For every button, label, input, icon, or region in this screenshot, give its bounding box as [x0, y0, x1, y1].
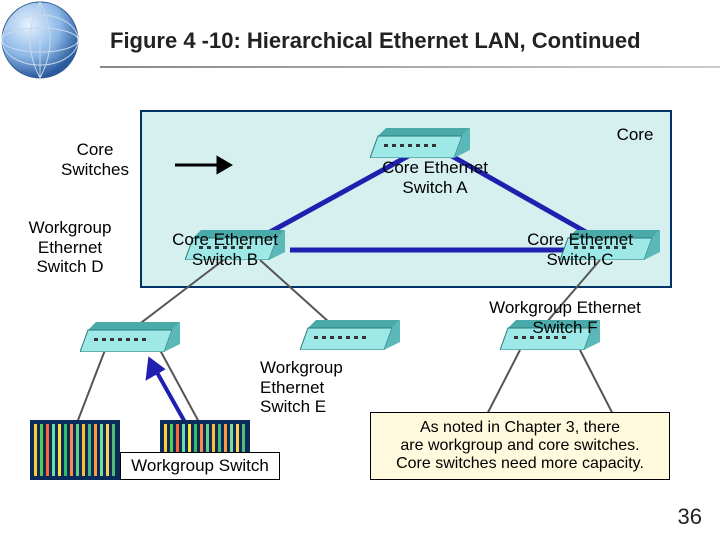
title-rule [100, 66, 720, 68]
label-switch-a: Core Ethernet Switch A [370, 158, 500, 197]
workgroup-switch-d-icon [80, 322, 180, 352]
globe-icon [0, 0, 90, 90]
label-switch-b: Core Ethernet Switch B [160, 230, 290, 269]
label-core: Core [600, 125, 670, 145]
figure-title: Figure 4 -10: Hierarchical Ethernet LAN,… [110, 28, 700, 54]
label-switch-d: Workgroup Ethernet Switch D [20, 218, 120, 277]
fiber-bundle-icon [30, 420, 120, 480]
note-box: As noted in Chapter 3, there are workgro… [370, 412, 670, 480]
label-core-switches: Core Switches [40, 140, 150, 179]
label-workgroup-switch: Workgroup Switch [120, 452, 280, 480]
label-switch-e: Workgroup Ethernet Switch E [260, 358, 360, 417]
workgroup-switch-e-icon [300, 320, 400, 350]
label-switch-c: Core Ethernet Switch C [515, 230, 645, 269]
core-switch-a-icon [370, 128, 470, 158]
label-switch-f: Workgroup Ethernet Switch F [475, 298, 655, 337]
page-number: 36 [678, 504, 702, 530]
